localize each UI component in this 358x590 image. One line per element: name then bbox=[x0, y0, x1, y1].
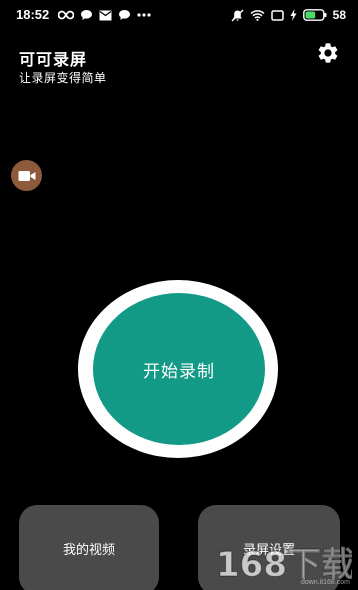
screen-icon bbox=[270, 9, 284, 21]
app-title: 可可录屏 bbox=[19, 50, 88, 69]
site-watermark-logo: 168下载 bbox=[216, 545, 353, 585]
status-time: 18:52 bbox=[16, 7, 50, 22]
wifi-icon bbox=[250, 10, 265, 21]
start-record-button[interactable]: 开始录制 bbox=[93, 293, 265, 445]
chat-bubble-icon bbox=[81, 10, 92, 20]
more-dots-icon bbox=[137, 13, 151, 17]
battery-icon bbox=[302, 9, 327, 21]
gear-icon[interactable] bbox=[316, 41, 340, 65]
video-camera-icon bbox=[18, 170, 35, 181]
chat-bubble-icon bbox=[119, 10, 130, 20]
app-subtitle: 让录屏变得简单 bbox=[19, 71, 107, 85]
my-videos-label: 我的视频 bbox=[62, 543, 115, 558]
mail-icon bbox=[99, 10, 112, 20]
start-record-label: 开始录制 bbox=[143, 361, 215, 382]
my-videos-button[interactable]: 我的视频 bbox=[19, 505, 159, 590]
status-bar: 18:52 58 bbox=[0, 0, 358, 30]
mute-icon bbox=[231, 8, 244, 22]
notification-icons bbox=[58, 8, 151, 22]
system-icons: 58 bbox=[231, 7, 346, 23]
watermark-domain: down.it168.com bbox=[300, 579, 350, 586]
battery-percent: 58 bbox=[332, 8, 346, 22]
charging-icon bbox=[290, 9, 297, 21]
infinity-icon bbox=[58, 10, 74, 20]
floating-record-bubble[interactable] bbox=[11, 160, 42, 191]
